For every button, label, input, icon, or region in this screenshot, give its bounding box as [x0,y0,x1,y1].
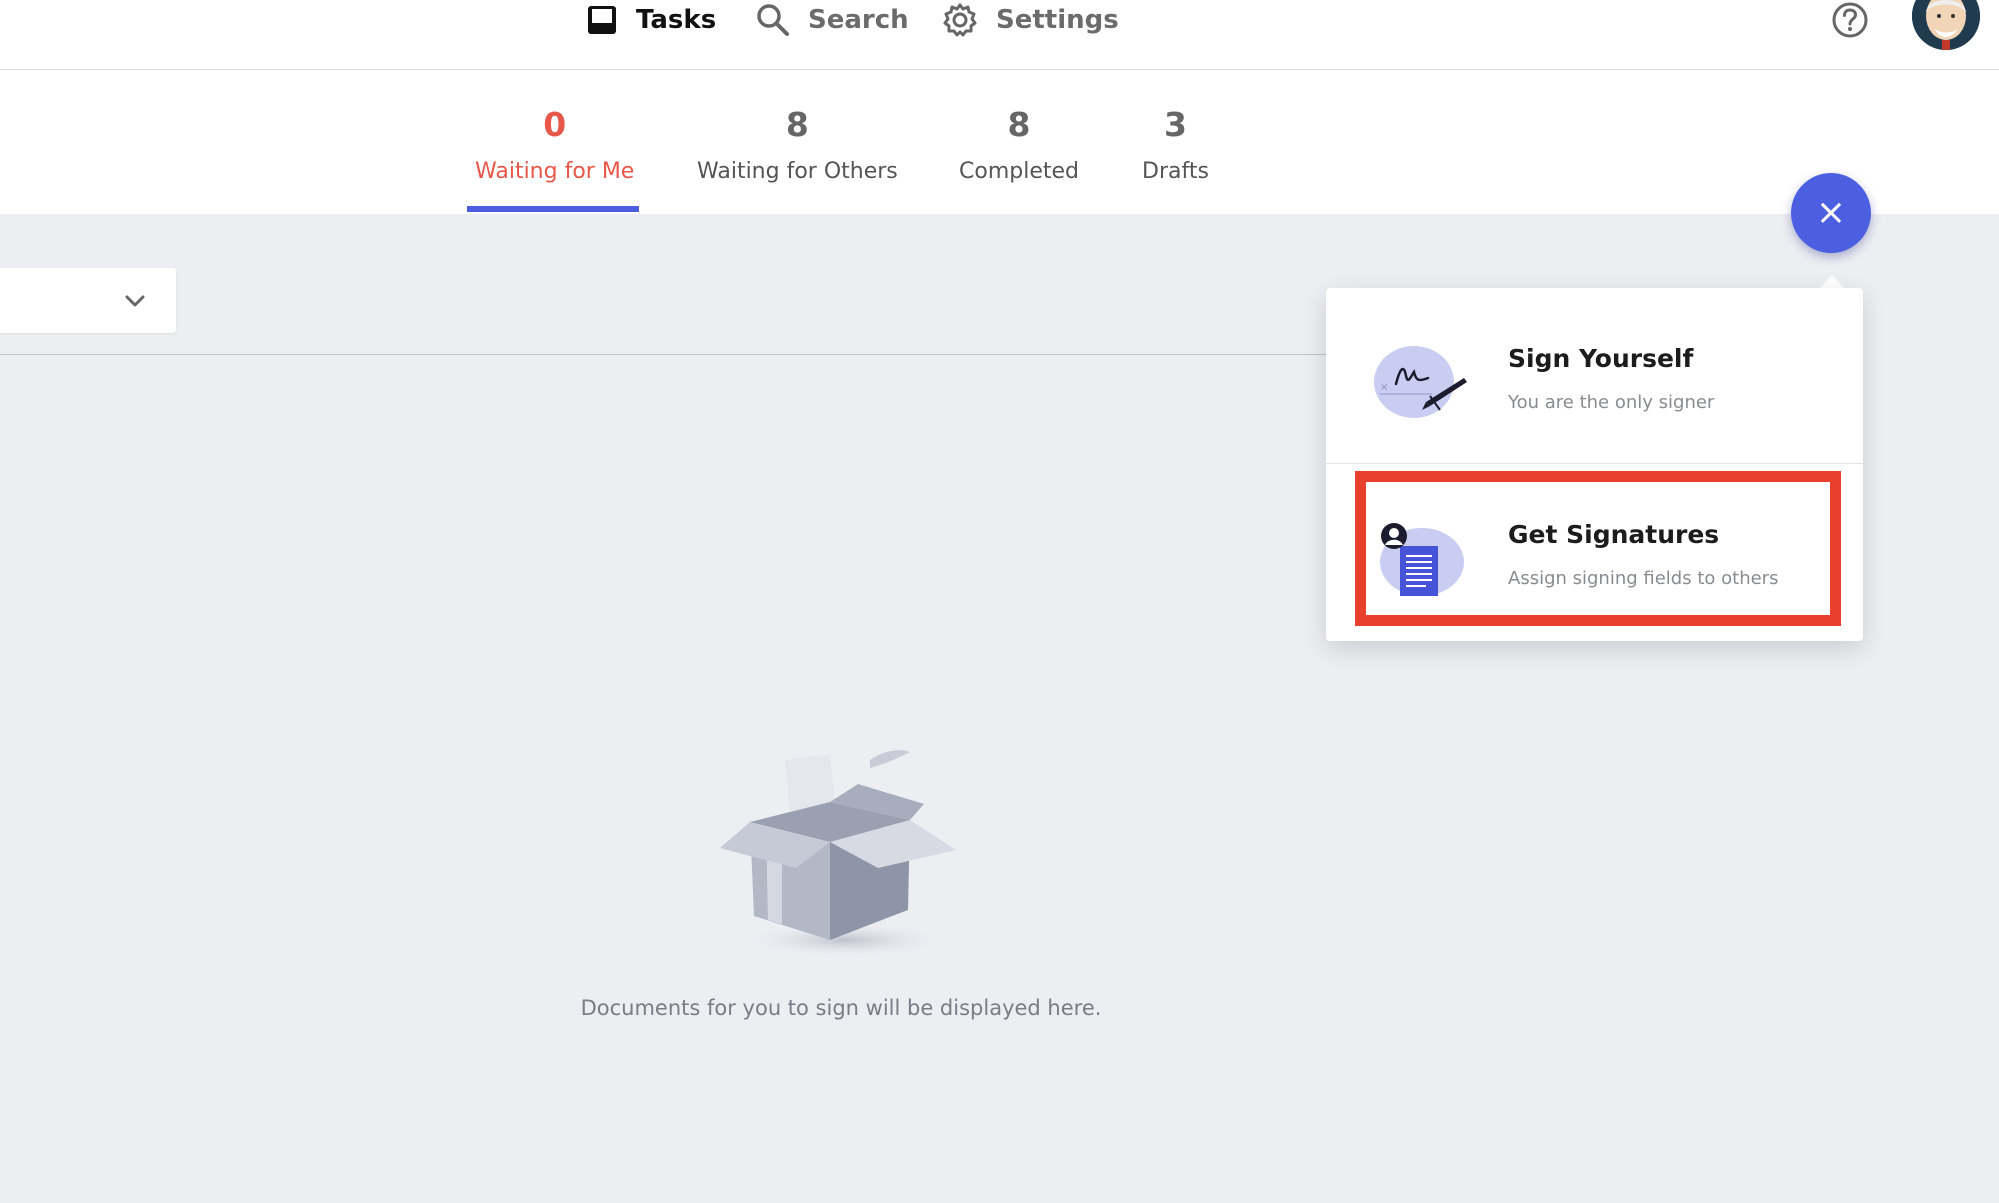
tab-waiting-for-others[interactable]: 8 Waiting for Others [697,108,898,184]
nav-search[interactable]: Search [756,0,909,40]
signature-icon: × [1374,346,1467,418]
chevron-down-icon [125,295,145,307]
nav-tasks-label: Tasks [636,5,717,35]
active-tab-indicator [467,206,639,212]
tab-drafts[interactable]: 3 Drafts [1142,108,1209,184]
menu-subtitle: You are the only signer [1508,392,1715,413]
search-icon [757,4,789,36]
svg-text:×: × [1380,382,1388,393]
empty-state-message: Documents for you to sign will be displa… [580,996,1102,1020]
tab-waiting-for-me[interactable]: 0 Waiting for Me [475,108,634,184]
nav-search-label: Search [808,5,909,35]
gear-icon [943,3,977,37]
avatar-portrait [1912,0,1980,50]
menu-item-get-signatures[interactable]: Get Signatures Assign signing fields to … [1326,464,1863,640]
nav-tasks[interactable]: Tasks [586,0,716,40]
popup-arrow [1819,275,1845,289]
list-divider [0,354,1330,355]
fab-close-button[interactable]: × [1791,173,1871,253]
tab-label: Drafts [1142,159,1209,184]
create-menu-popup: × Sign Yourself You are the only signer [1326,288,1863,641]
menu-item-sign-yourself[interactable]: × Sign Yourself You are the only signer [1326,288,1863,464]
menu-title: Sign Yourself [1508,344,1694,373]
empty-box-illustration [720,750,956,958]
inbox-icon [588,6,616,34]
tab-count: 0 [543,105,567,144]
avatar[interactable] [1912,0,1980,50]
tab-count: 8 [785,105,809,144]
tab-label: Waiting for Others [697,159,898,184]
tab-completed[interactable]: 8 Completed [959,108,1079,184]
help-icon[interactable] [1831,1,1869,39]
tab-label: Waiting for Me [475,159,635,184]
filter-dropdown[interactable] [0,268,176,333]
menu-title: Get Signatures [1508,520,1720,549]
top-nav: Tasks Search Settings [0,0,1999,70]
tab-strip: 0 Waiting for Me 8 Waiting for Others 8 … [0,70,1999,214]
tab-count: 3 [1163,105,1187,144]
tab-label: Completed [959,159,1079,184]
tab-count: 8 [1007,105,1031,144]
nav-settings-label: Settings [996,5,1119,35]
document-icon [1380,523,1464,596]
close-icon: × [1815,192,1847,233]
nav-settings[interactable]: Settings [942,0,1119,40]
menu-subtitle: Assign signing fields to others [1508,568,1779,589]
